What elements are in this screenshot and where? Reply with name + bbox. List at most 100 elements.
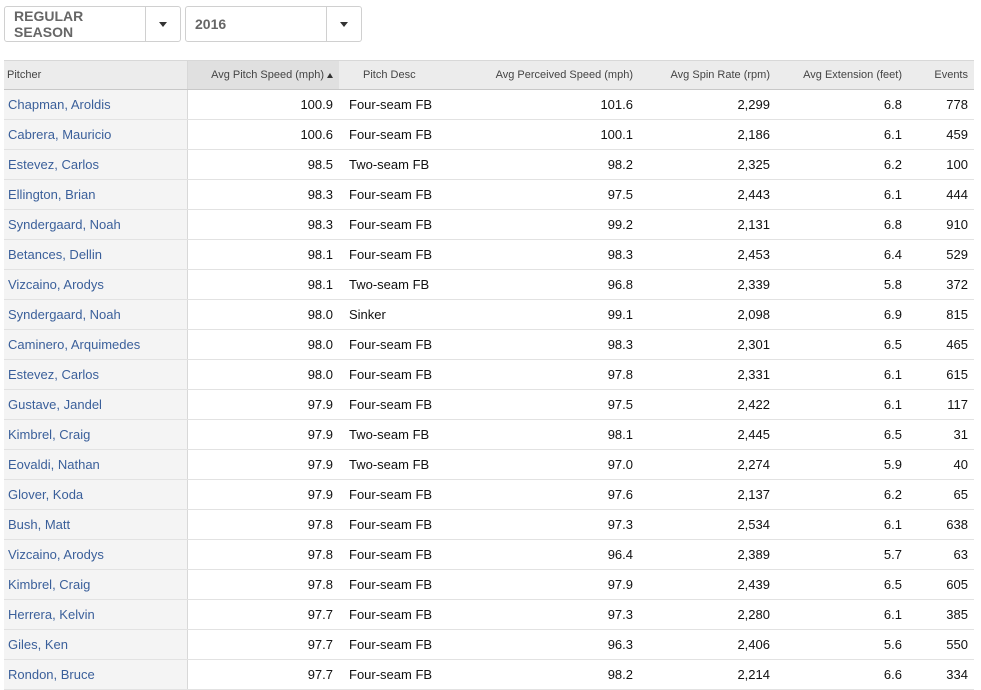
year-dropdown-button[interactable] [326, 7, 361, 41]
column-header-avg-extension[interactable]: Avg Extension (feet) [776, 60, 908, 90]
cell-events: 910 [908, 209, 974, 240]
cell-events: 334 [908, 659, 974, 690]
cell-speed: 98.1 [187, 269, 339, 300]
cell-spin: 2,299 [639, 89, 776, 120]
column-header-avg-perceived-speed[interactable]: Avg Perceived Speed (mph) [454, 60, 639, 90]
table-row: Estevez, Carlos 98.5 Two-seam FB 98.2 2,325 6… [4, 149, 974, 180]
column-header-events[interactable]: Events [908, 60, 974, 90]
table-row: Vizcaino, Arodys 97.8 Four-seam FB 96.4 2,38… [4, 539, 974, 570]
cell-perceived: 96.8 [454, 269, 639, 300]
pitcher-link[interactable]: Vizcaino, Arodys [8, 547, 104, 562]
pitcher-link[interactable]: Kimbrel, Craig [8, 427, 90, 442]
cell-extension: 6.4 [776, 239, 908, 270]
pitcher-link[interactable]: Bush, Matt [8, 517, 70, 532]
column-header-avg-pitch-speed[interactable]: Avg Pitch Speed (mph) [187, 60, 339, 90]
cell-pitcher: Giles, Ken [4, 629, 188, 660]
cell-pitcher: Rondon, Bruce [4, 659, 188, 690]
cell-spin: 2,534 [639, 509, 776, 540]
cell-spin: 2,137 [639, 479, 776, 510]
cell-events: 459 [908, 119, 974, 150]
pitcher-link[interactable]: Syndergaard, Noah [8, 217, 121, 232]
cell-desc: Four-seam FB [339, 479, 454, 510]
pitcher-link[interactable]: Chapman, Aroldis [8, 97, 111, 112]
table-row: Gustave, Jandel 97.9 Four-seam FB 97.5 2,422… [4, 389, 974, 420]
cell-perceived: 98.1 [454, 419, 639, 450]
cell-pitcher: Bush, Matt [4, 509, 188, 540]
cell-perceived: 97.0 [454, 449, 639, 480]
cell-pitcher: Glover, Koda [4, 479, 188, 510]
cell-extension: 5.6 [776, 629, 908, 660]
cell-speed: 98.0 [187, 329, 339, 360]
cell-desc: Four-seam FB [339, 179, 454, 210]
cell-desc: Four-seam FB [339, 389, 454, 420]
column-header-pitch-desc[interactable]: Pitch Desc [339, 60, 454, 90]
table-row: Giles, Ken 97.7 Four-seam FB 96.3 2,406 5.6 55… [4, 629, 974, 660]
table-row: Ellington, Brian 98.3 Four-seam FB 97.5 2,44… [4, 179, 974, 210]
cell-desc: Four-seam FB [339, 89, 454, 120]
table-row: Vizcaino, Arodys 98.1 Two-seam FB 96.8 2,339… [4, 269, 974, 300]
cell-spin: 2,439 [639, 569, 776, 600]
table-row: Syndergaard, Noah 98.0 Sinker 99.1 2,098 6.9 8… [4, 299, 974, 330]
year-select[interactable]: 2016 [185, 6, 362, 42]
column-header-pitcher[interactable]: Pitcher [4, 60, 188, 90]
season-select[interactable]: REGULAR SEASON [4, 6, 181, 42]
table-row: Betances, Dellin 98.1 Four-seam FB 98.3 2,45… [4, 239, 974, 270]
pitcher-link[interactable]: Kimbrel, Craig [8, 577, 90, 592]
cell-events: 444 [908, 179, 974, 210]
cell-speed: 98.0 [187, 359, 339, 390]
cell-desc: Four-seam FB [339, 359, 454, 390]
pitcher-link[interactable]: Rondon, Bruce [8, 667, 95, 682]
pitcher-link[interactable]: Eovaldi, Nathan [8, 457, 100, 472]
cell-speed: 97.8 [187, 569, 339, 600]
cell-speed: 97.9 [187, 389, 339, 420]
pitcher-link[interactable]: Gustave, Jandel [8, 397, 102, 412]
table-header-row: Pitcher Avg Pitch Speed (mph) Pitch Desc… [4, 60, 974, 90]
cell-perceived: 97.3 [454, 599, 639, 630]
cell-extension: 6.5 [776, 329, 908, 360]
cell-perceived: 96.4 [454, 539, 639, 570]
cell-spin: 2,325 [639, 149, 776, 180]
season-select-value: REGULAR SEASON [14, 8, 84, 40]
pitcher-link[interactable]: Caminero, Arquimedes [8, 337, 140, 352]
cell-speed: 98.3 [187, 209, 339, 240]
pitcher-link[interactable]: Estevez, Carlos [8, 367, 99, 382]
pitcher-link[interactable]: Betances, Dellin [8, 247, 102, 262]
table-row: Cabrera, Mauricio 100.6 Four-seam FB 100.1 2… [4, 119, 974, 150]
cell-desc: Four-seam FB [339, 539, 454, 570]
filter-bar: REGULAR SEASON 2016 [4, 6, 362, 42]
pitcher-link[interactable]: Ellington, Brian [8, 187, 95, 202]
pitcher-link[interactable]: Giles, Ken [8, 637, 68, 652]
pitcher-link[interactable]: Vizcaino, Arodys [8, 277, 104, 292]
pitcher-link[interactable]: Glover, Koda [8, 487, 83, 502]
cell-desc: Four-seam FB [339, 239, 454, 270]
cell-speed: 100.9 [187, 89, 339, 120]
cell-perceived: 101.6 [454, 89, 639, 120]
cell-perceived: 99.1 [454, 299, 639, 330]
column-header-avg-spin-rate[interactable]: Avg Spin Rate (rpm) [639, 60, 776, 90]
cell-speed: 97.8 [187, 539, 339, 570]
season-dropdown-button[interactable] [145, 7, 180, 41]
pitcher-link[interactable]: Estevez, Carlos [8, 157, 99, 172]
cell-extension: 6.1 [776, 179, 908, 210]
cell-perceived: 97.5 [454, 179, 639, 210]
pitcher-link[interactable]: Syndergaard, Noah [8, 307, 121, 322]
cell-spin: 2,443 [639, 179, 776, 210]
cell-desc: Four-seam FB [339, 569, 454, 600]
cell-desc: Four-seam FB [339, 509, 454, 540]
cell-pitcher: Syndergaard, Noah [4, 209, 188, 240]
cell-pitcher: Estevez, Carlos [4, 359, 188, 390]
cell-spin: 2,445 [639, 419, 776, 450]
cell-speed: 100.6 [187, 119, 339, 150]
cell-speed: 98.0 [187, 299, 339, 330]
pitcher-link[interactable]: Cabrera, Mauricio [8, 127, 111, 142]
cell-pitcher: Caminero, Arquimedes [4, 329, 188, 360]
cell-spin: 2,339 [639, 269, 776, 300]
table-row: Glover, Koda 97.9 Four-seam FB 97.6 2,137 6.2… [4, 479, 974, 510]
cell-extension: 5.8 [776, 269, 908, 300]
pitcher-link[interactable]: Herrera, Kelvin [8, 607, 95, 622]
sort-ascending-icon [327, 72, 333, 78]
cell-extension: 6.8 [776, 89, 908, 120]
cell-perceived: 97.5 [454, 389, 639, 420]
cell-events: 100 [908, 149, 974, 180]
table-row: Bush, Matt 97.8 Four-seam FB 97.3 2,534 6.1 63… [4, 509, 974, 540]
